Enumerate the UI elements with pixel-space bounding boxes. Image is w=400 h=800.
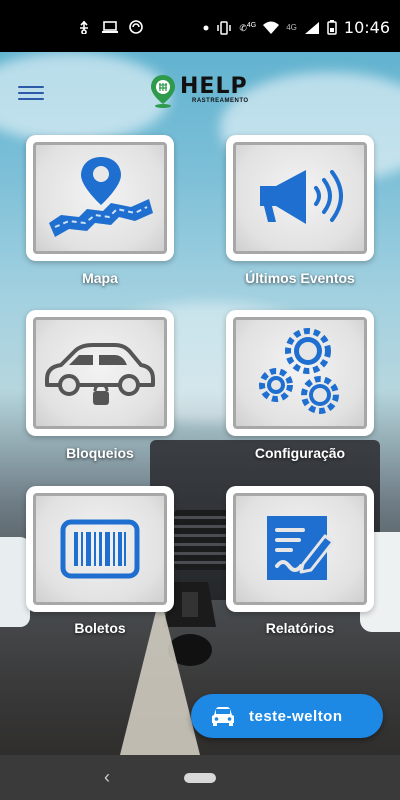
signal-icon [304, 21, 319, 34]
vibrate-icon [217, 20, 232, 35]
tile-bloqueios[interactable] [26, 310, 174, 436]
back-chevron-icon[interactable]: ‹ [104, 767, 110, 788]
tile-mapa-frame [33, 142, 167, 254]
status-left-icons [76, 20, 144, 34]
tile-configuracao-frame [233, 317, 367, 429]
road-stripe [120, 595, 200, 755]
wifi-calling-icon: ✆4G [239, 21, 257, 33]
tile-relatorios[interactable] [226, 486, 374, 612]
tile-label-boletos[interactable]: Boletos [15, 620, 185, 636]
sync-icon [129, 20, 143, 34]
dot-icon [203, 25, 209, 30]
app-logo: HELP RASTREAMENTO [150, 74, 260, 114]
tile-eventos-frame [233, 142, 367, 254]
tile-label-ultimos-eventos[interactable]: Últimos Eventos [215, 270, 385, 286]
network-type: 4G [286, 23, 297, 32]
gears-icon [259, 328, 339, 414]
system-nav-bar: ‹ [0, 755, 400, 800]
tile-label-relatorios[interactable]: Relatórios [215, 620, 385, 636]
car-lock-icon [45, 343, 155, 405]
tile-ultimos-eventos[interactable] [226, 135, 374, 261]
megaphone-icon [260, 170, 343, 224]
tile-mapa[interactable] [26, 135, 174, 261]
map-route-icon [49, 156, 153, 237]
tile-label-mapa[interactable]: Mapa [15, 270, 185, 286]
tile-configuracao[interactable] [226, 310, 374, 436]
tile-bloqueios-frame [33, 317, 167, 429]
laptop-icon [102, 21, 118, 33]
logo-subtitle: RASTREAMENTO [192, 98, 249, 104]
tile-label-configuracao[interactable]: Configuração [215, 445, 385, 461]
home-pill-icon[interactable] [184, 773, 216, 783]
map-pin-logo-icon [151, 75, 175, 108]
wifi-icon [263, 21, 280, 34]
car-icon [212, 707, 234, 726]
barcode-icon [60, 519, 140, 579]
tile-boletos-frame [33, 493, 167, 605]
tile-relatorios-frame [233, 493, 367, 605]
logo-title: HELP [180, 74, 248, 99]
clock: 10:46 [343, 18, 390, 37]
status-right-icons: ✆4G 4G 10:46 [203, 18, 390, 37]
battery-icon [327, 20, 337, 35]
tile-boletos[interactable] [26, 486, 174, 612]
vehicle-selector-button[interactable]: teste-welton [191, 694, 383, 738]
status-bar: ✆4G 4G 10:46 [0, 0, 400, 52]
usb-icon [80, 20, 88, 34]
vehicle-selector-label: teste-welton [249, 707, 343, 725]
hamburger-menu-icon[interactable] [18, 86, 44, 104]
tile-label-bloqueios[interactable]: Bloqueios [15, 445, 185, 461]
report-edit-icon [267, 516, 335, 580]
